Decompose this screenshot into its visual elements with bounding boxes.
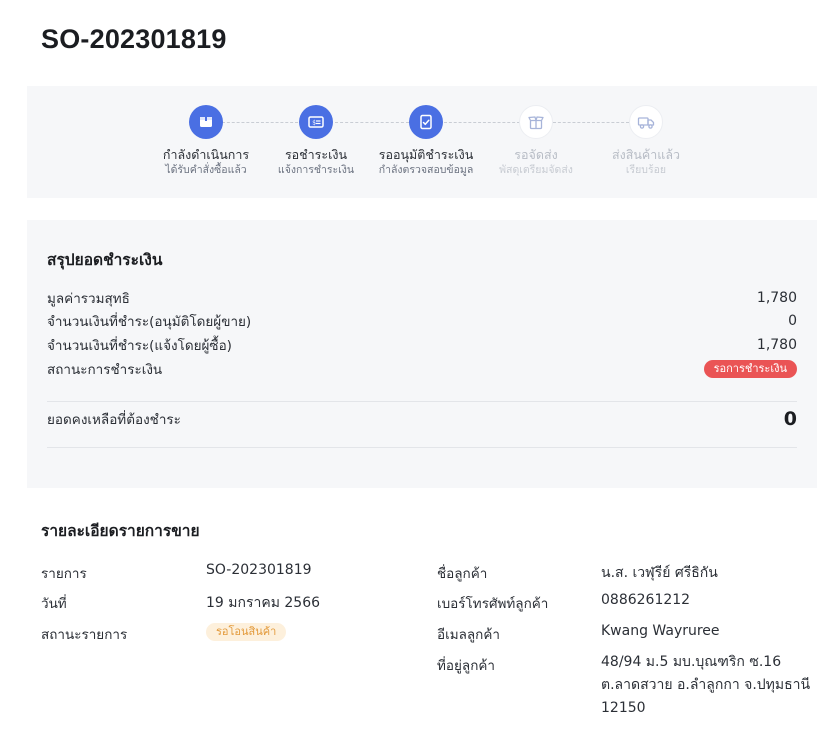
step-shipped: ส่งสินค้าแล้ว เรียบร้อย bbox=[581, 105, 711, 177]
customer-email-value: Kwang Wayruree bbox=[601, 623, 720, 639]
date-label: วันที่ bbox=[41, 596, 67, 612]
divider bbox=[47, 447, 797, 448]
sale-details-title: รายละเอียดรายการขาย bbox=[41, 522, 200, 540]
address-line: 48/94 ม.5 มบ.บุณฑริก ซ.16 bbox=[601, 654, 782, 670]
summary-row-label: จำนวนเงินที่ชำระ(อนุมัติโดยผู้ขาย) bbox=[47, 314, 252, 330]
customer-name-value: น.ส. เวฬุรีย์ ศรีธิกัน bbox=[601, 565, 718, 581]
payment-summary-title: สรุปยอดชำระเงิน bbox=[47, 251, 163, 269]
summary-row-value: 1,780 bbox=[756, 337, 797, 353]
balance-value: 0 bbox=[783, 408, 797, 430]
divider bbox=[47, 401, 797, 402]
payment-card-icon: $ bbox=[299, 105, 333, 139]
summary-row-payment-status: สถานะการชำระเงิน รอการชำระเงิน bbox=[47, 358, 797, 380]
summary-row-label: มูลค่ารวมสุทธิ bbox=[47, 291, 130, 307]
truck-icon bbox=[629, 105, 663, 139]
summary-row-net-total: มูลค่ารวมสุทธิ 1,780 bbox=[47, 287, 797, 309]
customer-phone-value: 0886261212 bbox=[601, 592, 691, 608]
order-progress-tracker: กำลังดำเนินการ ได้รับคำสั่งซื้อแล้ว $ รอ… bbox=[27, 86, 817, 198]
summary-row-paid-approved: จำนวนเงินที่ชำระ(อนุมัติโดยผู้ขาย) 0 bbox=[47, 310, 797, 332]
step-label: ส่งสินค้าแล้ว bbox=[611, 147, 681, 162]
summary-row-value: 0 bbox=[788, 313, 797, 329]
summary-row-paid-reported: จำนวนเงินที่ชำระ(แจ้งโดยผู้ซื้อ) 1,780 bbox=[47, 334, 797, 356]
payment-status-badge: รอการชำระเงิน bbox=[703, 360, 797, 378]
box-icon bbox=[189, 105, 223, 139]
summary-row-label: จำนวนเงินที่ชำระ(แจ้งโดยผู้ซื้อ) bbox=[47, 338, 232, 354]
address-line: 12150 bbox=[601, 700, 646, 716]
order-status-label: สถานะรายการ bbox=[41, 627, 128, 643]
step-sublabel: เรียบร้อย bbox=[625, 164, 667, 176]
customer-address-label: ที่อยู่ลูกค้า bbox=[437, 658, 495, 674]
customer-address-value: 48/94 ม.5 มบ.บุณฑริก ซ.16 ต.ลาดสวาย อ.ลำ… bbox=[601, 651, 811, 720]
item-label: รายการ bbox=[41, 566, 87, 582]
item-value: SO-202301819 bbox=[206, 562, 312, 578]
page-title: SO-202301819 bbox=[41, 24, 227, 54]
date-value: 19 มกราคม 2566 bbox=[206, 595, 321, 611]
balance-label: ยอดคงเหลือที่ต้องชำระ bbox=[47, 412, 181, 428]
svg-text:$: $ bbox=[312, 119, 316, 126]
payment-status-label: สถานะการชำระเงิน bbox=[47, 362, 163, 378]
address-line: ต.ลาดสวาย อ.ลำลูกกา จ.ปทุมธานี bbox=[601, 677, 811, 693]
customer-email-label: อีเมลลูกค้า bbox=[437, 627, 500, 643]
customer-phone-label: เบอร์โทรศัพท์ลูกค้า bbox=[437, 596, 549, 612]
customer-name-label: ชื่อลูกค้า bbox=[437, 566, 488, 582]
summary-row-value: 1,780 bbox=[756, 290, 797, 306]
payment-summary-card: สรุปยอดชำระเงิน มูลค่ารวมสุทธิ 1,780 จำน… bbox=[27, 220, 817, 488]
balance-row: ยอดคงเหลือที่ต้องชำระ 0 bbox=[47, 408, 797, 430]
order-status-badge: รอโอนสินค้า bbox=[206, 623, 287, 641]
package-open-icon bbox=[519, 105, 553, 139]
clipboard-check-icon bbox=[409, 105, 443, 139]
